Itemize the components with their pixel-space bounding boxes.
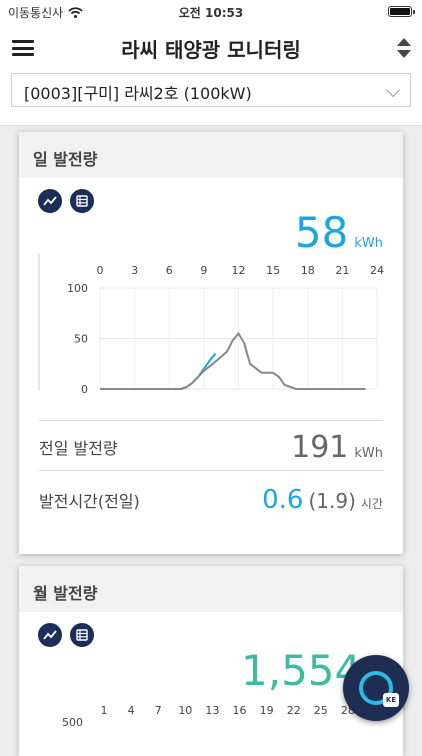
prev-day-row: 전일 발전량 191 kWh: [39, 428, 383, 466]
chat-button[interactable]: KE: [343, 655, 409, 721]
series-line: [100, 332, 366, 390]
gen-hours-label: 발전시간(전일): [39, 492, 140, 511]
view-mode-toggle: [38, 623, 94, 647]
gen-hours-unit: 시간: [360, 497, 383, 511]
monthly-generation-card: 월 발전량 1,554 1471013161922252831500: [19, 566, 403, 756]
today-generation-value: 58: [294, 208, 349, 257]
x-tick-label: 4: [128, 704, 135, 717]
x-tick-label: 7: [155, 704, 162, 717]
table-icon[interactable]: [70, 623, 94, 647]
x-tick-label: 10: [178, 704, 192, 717]
page-title: 라씨 태양광 모니터링: [121, 38, 301, 62]
y-tick-label: 500: [62, 716, 83, 729]
x-tick-label: 6: [166, 264, 173, 277]
today-generation: 58 kWh: [295, 208, 383, 257]
gen-hours-value-wrap: 0.6 (1.9) 시간: [262, 485, 383, 515]
x-tick-label: 1: [101, 704, 108, 717]
gen-hours-row: 발전시간(전일) 0.6 (1.9) 시간: [39, 480, 383, 520]
status-bar: 이동통신사 오전 10:53: [0, 0, 422, 24]
app-header: 라씨 태양광 모니터링 [0003][구미] 라씨2호 (100kW): [0, 24, 422, 126]
table-icon[interactable]: [70, 189, 94, 213]
x-tick-label: 19: [260, 704, 274, 717]
card-title: 월 발전량: [19, 566, 403, 612]
x-tick-label: 16: [233, 704, 247, 717]
sort-icon[interactable]: [396, 38, 412, 60]
x-tick-label: 24: [370, 264, 384, 277]
prev-day-value: 191: [291, 429, 349, 465]
monthly-chart: 1471013161922252831500: [62, 704, 382, 729]
series-line: [100, 353, 217, 390]
x-tick-label: 18: [301, 264, 315, 277]
x-tick-label: 22: [287, 704, 301, 717]
chevron-down-icon: [385, 82, 401, 98]
x-tick-label: 0: [97, 264, 104, 277]
battery-icon: [388, 6, 415, 17]
x-tick-label: 3: [131, 264, 138, 277]
x-tick-label: 12: [232, 264, 246, 277]
x-tick-label: 13: [205, 704, 219, 717]
gen-hours-value: 0.6: [262, 485, 304, 515]
line-chart-icon[interactable]: [38, 623, 62, 647]
x-tick-label: 25: [314, 704, 328, 717]
view-mode-toggle: [38, 189, 94, 213]
plant-select[interactable]: [0003][구미] 라씨2호 (100kW): [11, 73, 411, 107]
divider: [39, 420, 383, 421]
y-tick-label: 0: [81, 383, 88, 396]
daily-generation-card: 일 발전량 58 kWh 0 3 6 9 12 15 18 21 24 0 50 100 전일 발전량…: [19, 132, 403, 554]
y-tick-label: 50: [74, 333, 88, 346]
prev-day-value-wrap: 191 kWh: [291, 430, 383, 465]
status-time: 오전 10:53: [178, 6, 244, 20]
divider: [39, 470, 383, 471]
line-chart-icon[interactable]: [38, 189, 62, 213]
gen-hours-prev: (1.9): [308, 489, 356, 513]
x-tick-label: 9: [200, 264, 207, 277]
prev-day-label: 전일 발전량: [39, 439, 118, 458]
card-title: 일 발전량: [19, 132, 403, 178]
x-tick-label: 21: [335, 264, 349, 277]
today-generation-unit: kWh: [354, 236, 383, 251]
y-tick-label: 100: [67, 282, 88, 295]
prev-day-unit: kWh: [354, 445, 383, 461]
x-tick-label: 15: [266, 264, 280, 277]
plant-select-value: [0003][구미] 라씨2호 (100kW): [24, 84, 252, 103]
chat-badge: KE: [383, 693, 399, 707]
daily-chart: 0 3 6 9 12 15 18 21 24 0 50 100: [38, 254, 384, 396]
